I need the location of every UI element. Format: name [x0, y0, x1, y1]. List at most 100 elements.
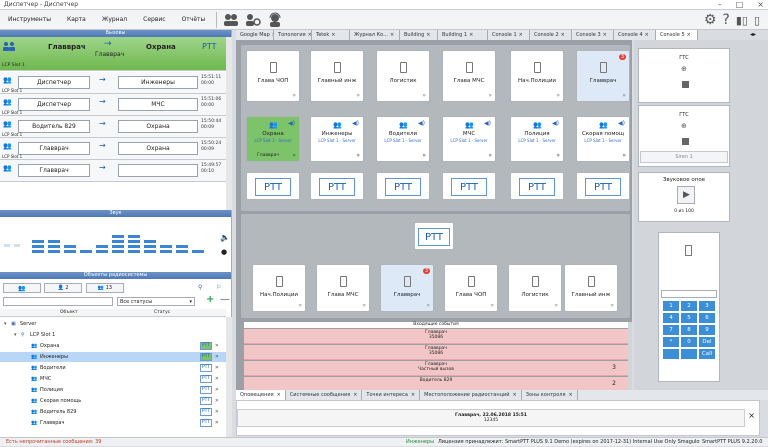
tab-1[interactable]: Топология ×: [274, 30, 312, 40]
menu-service[interactable]: Сервис: [135, 10, 173, 30]
keypad-key[interactable]: 2: [681, 301, 697, 311]
chevron-right-icon[interactable]: »: [215, 374, 219, 384]
chevron-right-icon[interactable]: »: [556, 152, 560, 159]
radio-card[interactable]: Глава МЧС»: [316, 264, 370, 312]
menu-tools[interactable]: Инструменты: [0, 10, 59, 30]
talkgroup-card[interactable]: 👥 ◀) Охрана LCP Slot 1 - Server Главврач »: [246, 116, 300, 162]
alert-item[interactable]: Главврач, 22.06.2018 15:51 12345: [237, 409, 745, 427]
close-icon[interactable]: ×: [331, 32, 335, 38]
filter-icon[interactable]: ⚐: [216, 284, 221, 291]
bottom-tab[interactable]: Зоны контроля ×: [521, 390, 578, 400]
menu-journal[interactable]: Журнал: [94, 10, 135, 30]
close-button[interactable]: ×: [757, 0, 764, 10]
tree-row[interactable]: 👥 Водители PTT»: [0, 363, 226, 373]
talkgroup-card[interactable]: 👥 ◀) Скорая помощ LCP Slot 1 - Server »: [576, 116, 630, 162]
close-icon[interactable]: ×: [353, 392, 357, 398]
keypad-key[interactable]: 8: [681, 325, 697, 335]
radio-card[interactable]: Глава ЧОП »: [246, 50, 300, 102]
active-call-ptt[interactable]: PTT: [202, 42, 216, 51]
chevron-right-icon[interactable]: »: [422, 152, 426, 159]
close-icon[interactable]: ×: [645, 32, 649, 38]
keypad-key[interactable]: 4: [663, 313, 679, 323]
chevron-right-icon[interactable]: »: [298, 302, 302, 309]
tree-row[interactable]: 👥 Полиция PTT»: [0, 385, 226, 395]
chevron-right-icon[interactable]: »: [426, 302, 430, 309]
tab-6[interactable]: Console 1 ×: [488, 30, 530, 40]
tab-operators[interactable]: 👤 2: [44, 283, 82, 293]
call-row[interactable]: 👥 Главврач → Охрана 15:50:24 00:09 LCP Slot 1: [0, 138, 226, 160]
call-row[interactable]: 👥 Диспетчер → Инженеры 15:51:11 00:00 LCP Slot…: [0, 72, 226, 94]
close-icon[interactable]: ×: [512, 392, 516, 398]
microphone-icon[interactable]: ●: [221, 248, 227, 256]
call-row[interactable]: 👥 Водитель 829 → Охрана 15:50:44 00:09 LCP Slo…: [0, 116, 226, 138]
menu-map[interactable]: Карта: [59, 10, 94, 30]
keypad-key[interactable]: 7: [663, 325, 679, 335]
radio-card[interactable]: Логистик »: [508, 264, 562, 312]
chevron-right-icon[interactable]: »: [488, 92, 492, 99]
keypad-key[interactable]: 0: [681, 337, 697, 347]
event-row[interactable]: Главврач Частный вызов 3: [244, 361, 628, 376]
tree-row[interactable]: 👥 Охрана PTT»: [0, 341, 226, 351]
keypad-key[interactable]: 1: [663, 301, 679, 311]
ptt-button[interactable]: PTT: [510, 172, 564, 200]
chevron-right-icon[interactable]: »: [292, 152, 296, 159]
layout-icon[interactable]: ▮▯: [736, 14, 748, 27]
help-icon[interactable]: ?: [722, 12, 729, 28]
gear-icon[interactable]: ⚙: [704, 12, 717, 28]
close-icon[interactable]: ×: [568, 392, 572, 398]
search-input[interactable]: [3, 297, 113, 306]
close-icon[interactable]: ×: [687, 32, 691, 38]
tree-row[interactable]: 👥 МЧС PTT»: [0, 374, 226, 384]
tab-radios[interactable]: 👥 13: [86, 283, 124, 293]
close-icon[interactable]: ×: [561, 32, 565, 38]
bottom-tab[interactable]: Системные сообщения ×: [285, 390, 363, 400]
ptt-small-button[interactable]: PTT: [200, 375, 212, 383]
tab-4[interactable]: Building ×: [400, 30, 438, 40]
event-row[interactable]: Главврач 35086: [244, 329, 628, 344]
call-row[interactable]: 👥 Диспетчер → МЧС 15:51:06 00:00 LCP Slot 1: [0, 94, 226, 116]
keypad-key[interactable]: [663, 349, 679, 359]
close-icon[interactable]: ×: [411, 392, 415, 398]
people-settings-icon[interactable]: [244, 11, 262, 29]
chevron-right-icon[interactable]: »: [215, 363, 219, 373]
operator-icon[interactable]: [266, 11, 284, 29]
add-icon[interactable]: +: [206, 294, 214, 305]
status-filter-select[interactable]: Все статусы ▾: [117, 297, 195, 306]
radio-card[interactable]: Глава МЧС»: [442, 50, 496, 102]
column-object[interactable]: Объект: [60, 310, 78, 315]
ptt-button[interactable]: PTT: [246, 172, 300, 200]
keypad-key[interactable]: Del: [699, 337, 715, 347]
chevron-right-icon[interactable]: »: [215, 396, 219, 406]
tabs-overflow-icon[interactable]: ◂▸: [750, 31, 756, 38]
keypad-key[interactable]: 6: [699, 313, 715, 323]
keypad-key[interactable]: 5: [681, 313, 697, 323]
talkgroup-card[interactable]: 👥 ◀) Водители LCP Slot 1 - Server »: [376, 116, 430, 162]
maximize-button[interactable]: □: [736, 0, 744, 10]
ptt-small-button[interactable]: PTT: [200, 419, 212, 427]
minimize-button[interactable]: –: [718, 0, 722, 10]
chevron-right-icon[interactable]: »: [215, 385, 219, 395]
events-scrollbar[interactable]: [628, 322, 632, 390]
ptt-button[interactable]: PTT: [310, 172, 364, 200]
radio-card[interactable]: Нач.Полиции »: [510, 50, 564, 102]
gts-card-1[interactable]: ГТС ⊕: [638, 48, 730, 103]
chevron-right-icon[interactable]: »: [490, 302, 494, 309]
radio-card[interactable]: Главный инж »: [310, 50, 364, 102]
chevron-right-icon[interactable]: »: [556, 92, 560, 99]
tree-row[interactable]: ▾ ⚲ LCP Slot 1: [0, 330, 226, 340]
tree-row[interactable]: ▾ ▣ Server: [0, 319, 226, 329]
tab-groups[interactable]: 👥: [3, 283, 41, 293]
radio-card[interactable]: Главврач » 3: [380, 264, 434, 312]
speaker-icon[interactable]: 🔈: [220, 233, 230, 242]
expand-icon[interactable]: ▾: [14, 330, 17, 340]
chevron-right-icon[interactable]: »: [292, 92, 296, 99]
ptt-button[interactable]: PTT: [442, 172, 496, 200]
radio-signal-icon[interactable]: ⚲: [198, 284, 202, 291]
expand-icon[interactable]: ▾: [4, 319, 7, 329]
ptt-small-button[interactable]: PTT: [200, 397, 212, 405]
tab-0[interactable]: Google Map×: [236, 30, 274, 40]
radio-card[interactable]: Главный инж »: [564, 264, 618, 312]
chevron-right-icon[interactable]: »: [362, 302, 366, 309]
radio-card[interactable]: Логистик »: [376, 50, 430, 102]
chevron-right-icon[interactable]: »: [554, 302, 558, 309]
